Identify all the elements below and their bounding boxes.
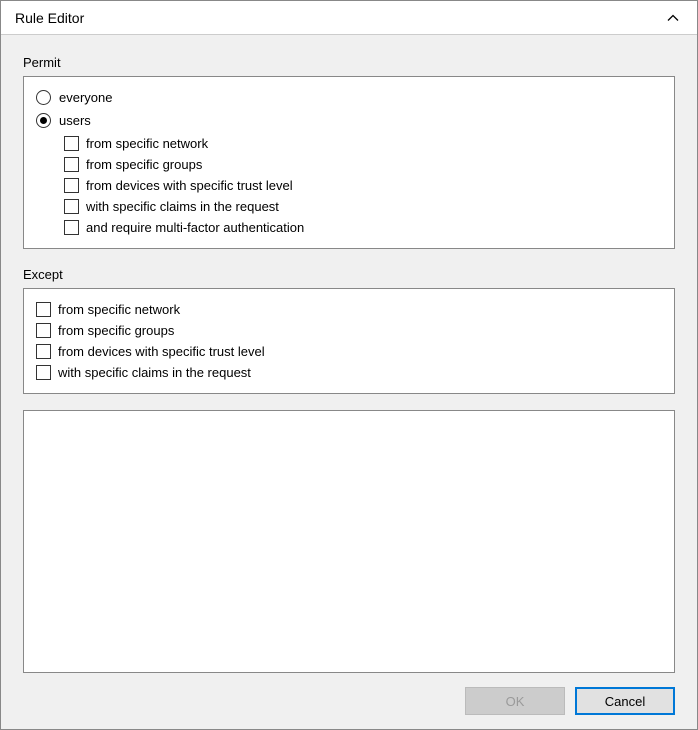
check-label: from specific network: [86, 136, 208, 151]
ok-button: OK: [465, 687, 565, 715]
check-label: with specific claims in the request: [58, 365, 251, 380]
check-label: and require multi-factor authentication: [86, 220, 304, 235]
dialog-footer: OK Cancel: [23, 673, 675, 715]
radio-selected-dot: [40, 117, 47, 124]
check-label: from devices with specific trust level: [86, 178, 293, 193]
radio-everyone-label: everyone: [59, 90, 112, 105]
except-check-row: with specific claims in the request: [36, 362, 662, 382]
radio-users-label: users: [59, 113, 91, 128]
except-check-row: from specific groups: [36, 320, 662, 340]
except-panel: from specific network from specific grou…: [23, 288, 675, 394]
collapse-button[interactable]: [659, 6, 687, 30]
chevron-up-icon: [666, 11, 680, 25]
checkbox-except-claims[interactable]: [36, 365, 51, 380]
checkbox-except-trust-level[interactable]: [36, 344, 51, 359]
permit-check-row: with specific claims in the request: [36, 196, 662, 216]
checkbox-except-groups[interactable]: [36, 323, 51, 338]
details-panel: [23, 410, 675, 673]
checkbox-specific-claims[interactable]: [64, 199, 79, 214]
dialog-body: Permit everyone users from specific netw…: [1, 35, 697, 729]
permit-label: Permit: [23, 55, 675, 70]
except-check-row: from specific network: [36, 299, 662, 319]
checkbox-from-specific-groups[interactable]: [64, 157, 79, 172]
except-check-row: from devices with specific trust level: [36, 341, 662, 361]
radio-everyone-row: everyone: [36, 87, 662, 107]
checkbox-except-network[interactable]: [36, 302, 51, 317]
permit-check-row: and require multi-factor authentication: [36, 217, 662, 237]
checkbox-require-mfa[interactable]: [64, 220, 79, 235]
check-label: with specific claims in the request: [86, 199, 279, 214]
window-title: Rule Editor: [15, 10, 84, 26]
check-label: from devices with specific trust level: [58, 344, 265, 359]
permit-panel: everyone users from specific network fro…: [23, 76, 675, 249]
radio-users[interactable]: [36, 113, 51, 128]
checkbox-devices-trust-level[interactable]: [64, 178, 79, 193]
check-label: from specific groups: [58, 323, 174, 338]
check-label: from specific groups: [86, 157, 202, 172]
checkbox-from-specific-network[interactable]: [64, 136, 79, 151]
check-label: from specific network: [58, 302, 180, 317]
cancel-button[interactable]: Cancel: [575, 687, 675, 715]
radio-users-row: users: [36, 110, 662, 130]
permit-check-row: from specific network: [36, 133, 662, 153]
titlebar: Rule Editor: [1, 1, 697, 35]
permit-check-row: from devices with specific trust level: [36, 175, 662, 195]
radio-everyone[interactable]: [36, 90, 51, 105]
permit-check-row: from specific groups: [36, 154, 662, 174]
except-label: Except: [23, 267, 675, 282]
rule-editor-window: Rule Editor Permit everyone users from s…: [0, 0, 698, 730]
